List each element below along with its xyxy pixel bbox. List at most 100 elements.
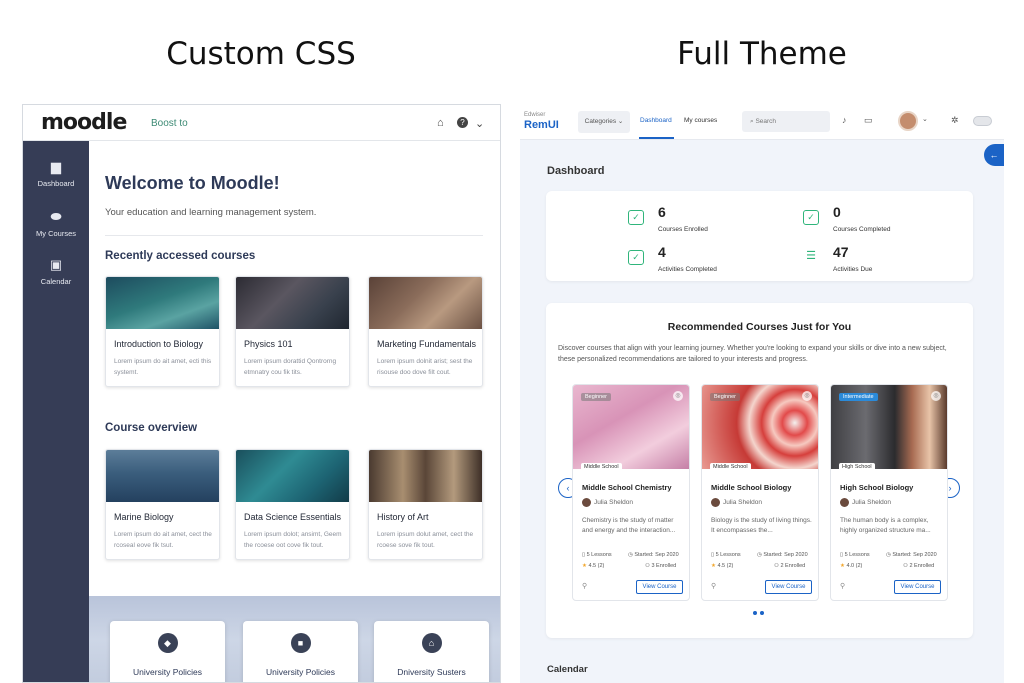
course-description: Lorem ipsum dorattid Qontrorng etmnatry … (244, 358, 337, 376)
sidebar-item-label: Dashboard (37, 179, 75, 188)
view-course-button[interactable]: View Course (894, 580, 941, 594)
policy-label: University Policies (266, 667, 335, 677)
home-icon: ⌂ (421, 633, 442, 653)
bookmark-icon[interactable]: ◎ (673, 391, 683, 401)
bell-icon[interactable]: ⌂ (437, 117, 444, 129)
course-card[interactable]: Marketing Fundamentals Lorem ipsum dolni… (368, 276, 483, 387)
top-nav-link[interactable]: Boost to (151, 118, 188, 129)
bell-icon[interactable]: ♪ (842, 115, 847, 125)
course-card[interactable]: Introduction to Biology Lorem ipsum do a… (105, 276, 220, 387)
star-icon: ★ (711, 563, 716, 569)
share-icon[interactable]: ⚲ (582, 582, 587, 590)
bookmark-icon[interactable]: ◎ (931, 391, 941, 401)
chevron-down-icon[interactable]: ⌄ (922, 115, 928, 123)
course-description: Lorem ipsum do ait amet, cect the rcosea… (114, 531, 212, 549)
view-course-button[interactable]: View Course (636, 580, 683, 594)
search-input[interactable]: ⌕ Search (742, 111, 830, 132)
rating: ★ 4.5 (2) (711, 563, 733, 569)
enrolled-count: ⚇ 3 Enrolled (645, 563, 677, 569)
recommended-courses-panel: Recommended Courses Just for You Discove… (546, 303, 973, 638)
top-navbar: moodle Boost to ⌂ ? ⌄ (23, 105, 500, 141)
rating: ★ 4.0 (2) (840, 563, 862, 569)
policy-card[interactable]: ⌂ Dniversity Susters (374, 621, 489, 682)
sidebar-item-dashboard[interactable]: ▆ Dashboard (23, 159, 89, 188)
policy-icon: ◆ (157, 633, 178, 653)
course-image: Beginner ◎ Middle School (573, 385, 689, 471)
course-image: Intermediate ◎ High School (831, 385, 947, 471)
top-navbar: Edwiser RemUI Categories ⌄ Dashboard My … (520, 104, 1004, 140)
course-card[interactable]: History of Art Lorem ipsum dolut amet, c… (368, 449, 483, 560)
moodle-custom-css-screenshot: moodle Boost to ⌂ ? ⌄ ▆ Dashboard ⬬ My C… (22, 104, 501, 683)
enrolled-label: 3 Enrolled (651, 563, 677, 569)
avatar[interactable] (898, 111, 918, 131)
nav-my-courses[interactable]: My courses (684, 117, 717, 124)
sidebar-item-label: My Courses (35, 229, 76, 238)
course-title: Data Science Essentials (244, 512, 342, 522)
categories-label: Categories (584, 118, 617, 125)
course-card[interactable]: Beginner ◎ Middle School Middle School B… (701, 384, 819, 601)
dark-mode-toggle[interactable] (973, 116, 992, 126)
message-icon[interactable]: ▭ (864, 115, 873, 126)
course-image (106, 277, 219, 329)
stat-label: Courses Completed (833, 226, 891, 233)
author-avatar (840, 498, 849, 507)
course-card[interactable]: Beginner ◎ Middle School Middle School C… (572, 384, 690, 601)
course-description: Lorem ipsum dolot; ansimt, Geem the rcoe… (244, 531, 342, 549)
author-name: Julia Sheldon (852, 499, 892, 507)
view-course-button[interactable]: View Course (765, 580, 812, 594)
course-card[interactable]: Intermediate ◎ High School High School B… (830, 384, 948, 601)
remui-logo[interactable]: RemUI (524, 119, 559, 131)
course-card[interactable]: Marine Biology Lorem ipsum do ait amet, … (105, 449, 220, 560)
accessibility-icon[interactable]: ✲ (951, 115, 959, 126)
course-card[interactable]: Physics 101 Lorem ipsum dorattid Qontror… (235, 276, 350, 387)
list-icon: ☰ (806, 250, 816, 262)
chevron-down-icon[interactable]: ⌄ (475, 117, 484, 130)
active-tab-indicator (639, 137, 674, 139)
level-badge: Beginner (710, 393, 741, 401)
course-author: Julia Sheldon (840, 498, 891, 507)
start-date: ◷ Started: Sep 2020 (628, 552, 679, 558)
enrolled-count: ⚇ 2 Enrolled (903, 563, 935, 569)
sidebar-item-my-courses[interactable]: ⬬ My Courses (23, 209, 89, 238)
logo-brand-small: Edwiser (524, 112, 546, 118)
stat-value: 47 (833, 244, 849, 260)
full-theme-heading: Full Theme (677, 36, 847, 72)
category-badge: Middle School (710, 463, 751, 471)
section-description: Discover courses that align with your le… (558, 345, 947, 363)
main-content: Welcome to Moodle! Your education and le… (89, 141, 500, 682)
course-card[interactable]: Data Science Essentials Lorem ipsum dolo… (235, 449, 350, 560)
stat-label: Activities Due (833, 266, 873, 273)
lessons-count: ▯ 5 Lessons (582, 552, 612, 558)
moodle-logo[interactable]: moodle (41, 110, 127, 135)
author-avatar (711, 498, 720, 507)
author-avatar (582, 498, 591, 507)
star-icon: ★ (582, 563, 587, 569)
share-icon[interactable]: ⚲ (711, 582, 716, 590)
policy-card[interactable]: ◆ University Policies (110, 621, 225, 682)
sidebar-item-calendar[interactable]: ▣ Calendar (23, 257, 89, 286)
course-title: Marine Biology (114, 512, 174, 522)
carousel-dot[interactable] (753, 611, 757, 615)
policy-card[interactable]: ■ University Policies (243, 621, 358, 682)
document-icon: ■ (290, 633, 311, 653)
course-title: Middle School Chemistry (582, 483, 672, 492)
rating-label: 4.0 (2) (846, 563, 863, 569)
share-icon[interactable]: ⚲ (840, 582, 845, 590)
course-title: High School Biology (840, 483, 914, 492)
lessons-label: 5 Lessons (844, 552, 870, 558)
categories-dropdown[interactable]: Categories ⌄ (578, 111, 630, 133)
back-arrow-icon[interactable]: ← (984, 144, 1004, 166)
stat-label: Activities Completed (658, 266, 717, 273)
carousel-dot[interactable] (760, 611, 764, 615)
sidebar-item-label: Calendar (40, 277, 72, 286)
start-date: ◷ Started: Sep 2020 (886, 552, 937, 558)
bookmark-icon[interactable]: ◎ (802, 391, 812, 401)
course-title: Middle School Biology (711, 483, 792, 492)
stat-value: 6 (658, 204, 666, 220)
rating: ★ 4.5 (2) (582, 563, 604, 569)
help-icon[interactable]: ? (457, 117, 468, 128)
author-name: Julia Sheldon (594, 499, 634, 507)
nav-dashboard[interactable]: Dashboard (640, 117, 672, 124)
checklist-icon: ✓ (628, 210, 644, 225)
course-author: Julia Sheldon (582, 498, 633, 507)
